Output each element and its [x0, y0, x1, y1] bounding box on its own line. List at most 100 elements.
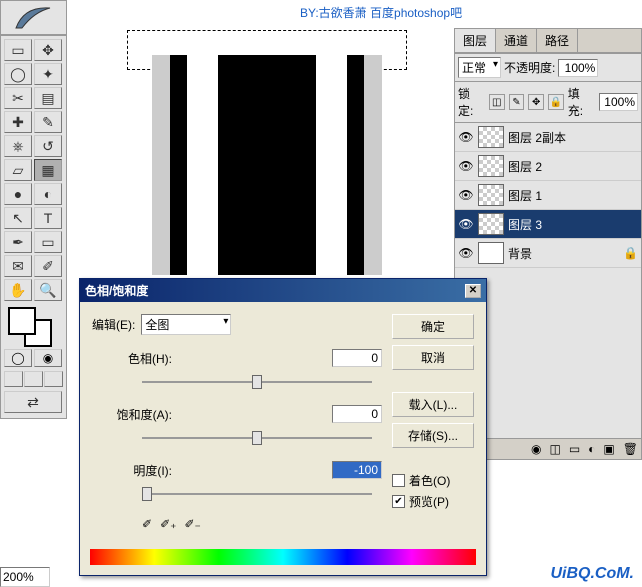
quickmask-mode[interactable]: ◉ — [34, 349, 62, 367]
lock-icon: 🔒 — [623, 246, 638, 260]
folder-icon[interactable]: ▭ — [569, 442, 580, 456]
hue-label: 色相(H): — [92, 350, 172, 367]
hue-gradient-bar — [90, 549, 476, 565]
move-tool[interactable]: ✥ — [34, 39, 62, 61]
lock-pos-icon[interactable]: ✥ — [528, 94, 544, 110]
notes-tool[interactable]: ✉ — [4, 255, 32, 277]
eyedropper-sub-icon[interactable]: ✐₋ — [184, 517, 200, 531]
dialog-title: 色相/饱和度 — [85, 282, 148, 299]
blend-mode-select[interactable]: 正常 — [458, 57, 501, 78]
wand-tool[interactable]: ✦ — [34, 63, 62, 85]
type-tool[interactable]: T — [34, 207, 62, 229]
site-watermark: UiBQ.CoM. — [550, 565, 634, 583]
light-label: 明度(I): — [92, 462, 172, 479]
lock-label: 锁定: — [458, 85, 485, 119]
cancel-button[interactable]: 取消 — [392, 345, 474, 370]
slice-tool[interactable]: ▤ — [34, 87, 62, 109]
eye-icon[interactable]: 👁 — [458, 158, 474, 174]
watermark-text: BY:古欲香萧 百度photoshop吧 — [300, 4, 462, 21]
standard-mode[interactable]: ◯ — [4, 349, 32, 367]
fx-icon[interactable]: ◉ — [531, 442, 541, 456]
adjust-icon[interactable]: ◐ — [588, 442, 595, 456]
hue-saturation-dialog: 色相/饱和度 ✕ 编辑(E): 全图 色相(H): 0 饱和度(A): 0 明度(I… — [79, 278, 487, 576]
tab-channels[interactable]: 通道 — [496, 29, 537, 52]
fill-label: 填充: — [568, 85, 595, 119]
jump-to-ir[interactable]: ⇄ — [4, 391, 62, 413]
load-button[interactable]: 载入(L)... — [392, 392, 474, 417]
preview-label: 预览(P) — [409, 493, 449, 510]
ok-button[interactable]: 确定 — [392, 314, 474, 339]
eraser-tool[interactable]: ▱ — [4, 159, 32, 181]
layer-item[interactable]: 👁 图层 2副本 — [455, 123, 641, 152]
eye-icon[interactable]: 👁 — [458, 187, 474, 203]
zoom-tool[interactable]: 🔍 — [34, 279, 62, 301]
fg-color[interactable] — [8, 307, 36, 335]
gradient-tool[interactable]: ▦ — [34, 159, 62, 181]
eyedropper-tool[interactable]: ✐ — [34, 255, 62, 277]
light-input[interactable]: -100 — [332, 461, 382, 479]
sat-label: 饱和度(A): — [92, 406, 172, 423]
hue-input[interactable]: 0 — [332, 349, 382, 367]
marquee-tool[interactable]: ▭ — [4, 39, 32, 61]
layer-item[interactable]: 👁 图层 2 — [455, 152, 641, 181]
eyedropper-icon[interactable]: ✐ — [142, 517, 152, 531]
lock-trans-icon[interactable]: ◫ — [489, 94, 505, 110]
path-tool[interactable]: ↖ — [4, 207, 32, 229]
layer-item[interactable]: 👁 图层 1 — [455, 181, 641, 210]
edit-label: 编辑(E): — [92, 316, 135, 333]
stamp-tool[interactable]: ⎈ — [4, 135, 32, 157]
dodge-tool[interactable]: ◐ — [34, 183, 62, 205]
eye-icon[interactable]: 👁 — [458, 129, 474, 145]
edit-select[interactable]: 全图 — [141, 314, 231, 335]
save-button[interactable]: 存储(S)... — [392, 423, 474, 448]
tab-layers[interactable]: 图层 — [455, 29, 496, 52]
shape-tool[interactable]: ▭ — [34, 231, 62, 253]
eye-icon[interactable]: 👁 — [458, 216, 474, 232]
fill-field[interactable]: 100% — [599, 93, 638, 111]
layer-name: 图层 3 — [508, 216, 542, 233]
layer-name: 图层 2 — [508, 158, 542, 175]
lock-all-icon[interactable]: 🔒 — [548, 94, 564, 110]
sat-slider[interactable] — [142, 429, 372, 447]
eye-icon[interactable]: 👁 — [458, 245, 474, 261]
heal-tool[interactable]: ✚ — [4, 111, 32, 133]
screen-mode-1[interactable] — [4, 371, 23, 387]
sat-input[interactable]: 0 — [332, 405, 382, 423]
layer-name: 图层 1 — [508, 187, 542, 204]
hand-tool[interactable]: ✋ — [4, 279, 32, 301]
zoom-field[interactable]: 200% — [0, 567, 50, 587]
layer-thumb — [478, 184, 504, 206]
lock-pixels-icon[interactable]: ✎ — [509, 94, 525, 110]
eyedropper-add-icon[interactable]: ✐₊ — [160, 517, 176, 531]
trash-icon[interactable]: 🗑 — [623, 442, 638, 456]
crop-tool[interactable]: ✂ — [4, 87, 32, 109]
app-logo — [0, 0, 67, 35]
close-button[interactable]: ✕ — [465, 284, 481, 298]
opacity-field[interactable]: 100% — [558, 59, 598, 77]
toolbox: ▭✥ ◯✦ ✂▤ ✚✎ ⎈↺ ▱▦ ●◐ ↖T ✒▭ ✉✐ ✋🔍 ◯◉ ⇄ — [0, 35, 67, 419]
colorize-checkbox[interactable] — [392, 474, 405, 487]
layer-thumb — [478, 242, 504, 264]
blur-tool[interactable]: ● — [4, 183, 32, 205]
tab-paths[interactable]: 路径 — [537, 29, 578, 52]
light-slider[interactable] — [142, 485, 372, 503]
mask-icon[interactable]: ◫ — [549, 442, 560, 456]
layer-thumb — [478, 155, 504, 177]
brush-tool[interactable]: ✎ — [34, 111, 62, 133]
lasso-tool[interactable]: ◯ — [4, 63, 32, 85]
preview-checkbox[interactable]: ✔ — [392, 495, 405, 508]
color-swatch[interactable] — [4, 305, 64, 345]
canvas-artwork — [152, 55, 382, 275]
history-brush-tool[interactable]: ↺ — [34, 135, 62, 157]
layer-name: 图层 2副本 — [508, 129, 566, 146]
screen-mode-3[interactable] — [44, 371, 63, 387]
pen-tool[interactable]: ✒ — [4, 231, 32, 253]
layer-thumb — [478, 213, 504, 235]
newlayer-icon[interactable]: ▣ — [603, 442, 614, 456]
layer-item[interactable]: 👁背景🔒 — [455, 239, 641, 268]
layer-thumb — [478, 126, 504, 148]
hue-slider[interactable] — [142, 373, 372, 391]
screen-mode-2[interactable] — [24, 371, 43, 387]
colorize-label: 着色(O) — [409, 472, 450, 489]
layer-item[interactable]: 👁 图层 3 — [455, 210, 641, 239]
